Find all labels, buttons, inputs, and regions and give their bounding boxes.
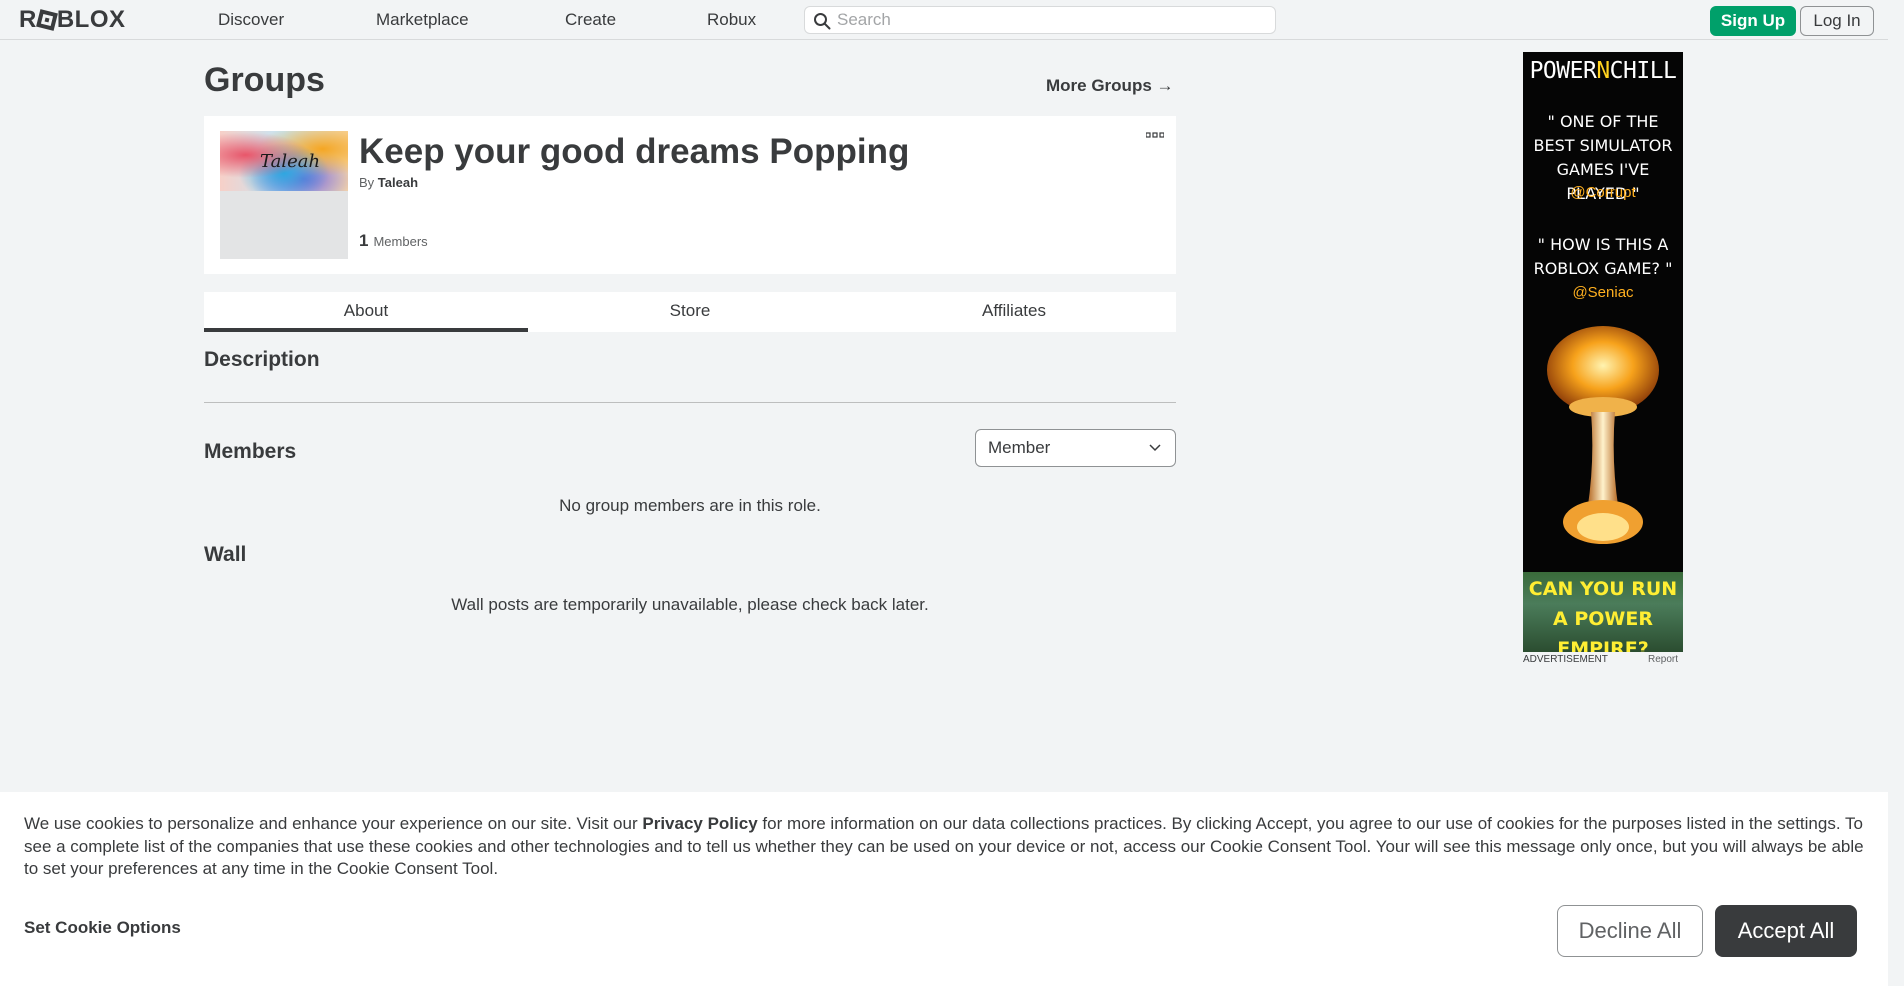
role-dropdown[interactable]: Member xyxy=(975,429,1176,467)
accept-all-button[interactable]: Accept All xyxy=(1715,905,1857,957)
ad-report-link[interactable]: Report xyxy=(1648,654,1678,665)
cookie-text-before: We use cookies to personalize and enhanc… xyxy=(24,814,643,833)
role-dropdown-value: Member xyxy=(988,438,1051,457)
log-in-button[interactable]: Log In xyxy=(1800,6,1874,36)
chevron-down-icon xyxy=(1149,444,1161,452)
set-cookie-options-link[interactable]: Set Cookie Options xyxy=(24,918,181,938)
search-icon xyxy=(814,13,831,30)
tab-store[interactable]: Store xyxy=(528,292,852,332)
group-member-count: 1 Members xyxy=(359,231,428,251)
tab-affiliates[interactable]: Affiliates xyxy=(852,292,1176,332)
nav-robux[interactable]: Robux xyxy=(707,10,756,30)
top-navigation-bar: R BLOX Discover Marketplace Create Robux … xyxy=(0,0,1904,40)
cookie-consent-banner: We use cookies to personalize and enhanc… xyxy=(0,792,1888,986)
ad-brand: POWERNCHILL xyxy=(1523,58,1683,84)
ad-handle-2: @Seniac xyxy=(1572,284,1634,301)
section-divider xyxy=(204,402,1176,403)
decline-all-button[interactable]: Decline All xyxy=(1557,905,1703,957)
privacy-policy-link[interactable]: Privacy Policy xyxy=(642,814,757,833)
description-heading: Description xyxy=(204,348,320,371)
group-tabs: About Store Affiliates xyxy=(204,292,1176,332)
nav-discover[interactable]: Discover xyxy=(218,10,284,30)
more-options-icon[interactable] xyxy=(1146,132,1164,138)
member-count-label: Members xyxy=(373,234,428,249)
cookie-consent-text: We use cookies to personalize and enhanc… xyxy=(24,813,1874,881)
page-title: Groups xyxy=(204,61,325,99)
no-members-message: No group members are in this role. xyxy=(559,496,821,515)
wall-unavailable-message: Wall posts are temporarily unavailable, … xyxy=(451,595,929,614)
group-name: Keep your good dreams Popping xyxy=(359,132,910,171)
advertisement-label: ADVERTISEMENT xyxy=(1523,654,1608,665)
more-groups-link[interactable]: More Groups → xyxy=(1046,76,1174,96)
mushroom-cloud-image xyxy=(1547,326,1659,544)
ad-quote-2: " HOW IS THIS A ROBLOX GAME? " xyxy=(1533,235,1673,278)
wall-heading: Wall xyxy=(204,543,247,566)
group-owner-link[interactable]: Taleah xyxy=(378,175,418,190)
nav-create[interactable]: Create xyxy=(565,10,616,30)
nav-marketplace[interactable]: Marketplace xyxy=(376,10,469,30)
group-header-card: Taleah Keep your good dreams Popping By … xyxy=(204,116,1176,274)
advertisement-banner[interactable]: POWERNCHILL " ONE OF THE BEST SIMULATOR … xyxy=(1523,52,1683,652)
by-prefix: By xyxy=(359,175,375,190)
ad-handle-1: @Corrupt xyxy=(1570,184,1636,201)
ad-brand-part-a: POWER xyxy=(1529,58,1597,84)
search-input[interactable] xyxy=(837,9,1267,31)
member-count-number: 1 xyxy=(359,231,369,250)
tab-about[interactable]: About xyxy=(204,292,528,332)
ad-brand-part-b: N xyxy=(1596,58,1610,84)
members-heading: Members xyxy=(204,440,297,463)
logo-tilted-square-icon xyxy=(35,9,58,31)
group-owner-line: By Taleah xyxy=(359,175,418,190)
sign-up-button[interactable]: Sign Up xyxy=(1710,6,1796,36)
page-scroll-gutter xyxy=(1888,0,1904,986)
ad-call-to-action: CAN YOU RUN A POWER EMPIRE? xyxy=(1528,578,1678,652)
group-emblem: Taleah xyxy=(220,131,348,259)
search-box[interactable] xyxy=(804,6,1276,34)
roblox-logo[interactable]: R BLOX xyxy=(19,8,126,32)
group-emblem-text: Taleah xyxy=(260,151,321,172)
ad-brand-part-c: CHILL xyxy=(1609,58,1677,84)
